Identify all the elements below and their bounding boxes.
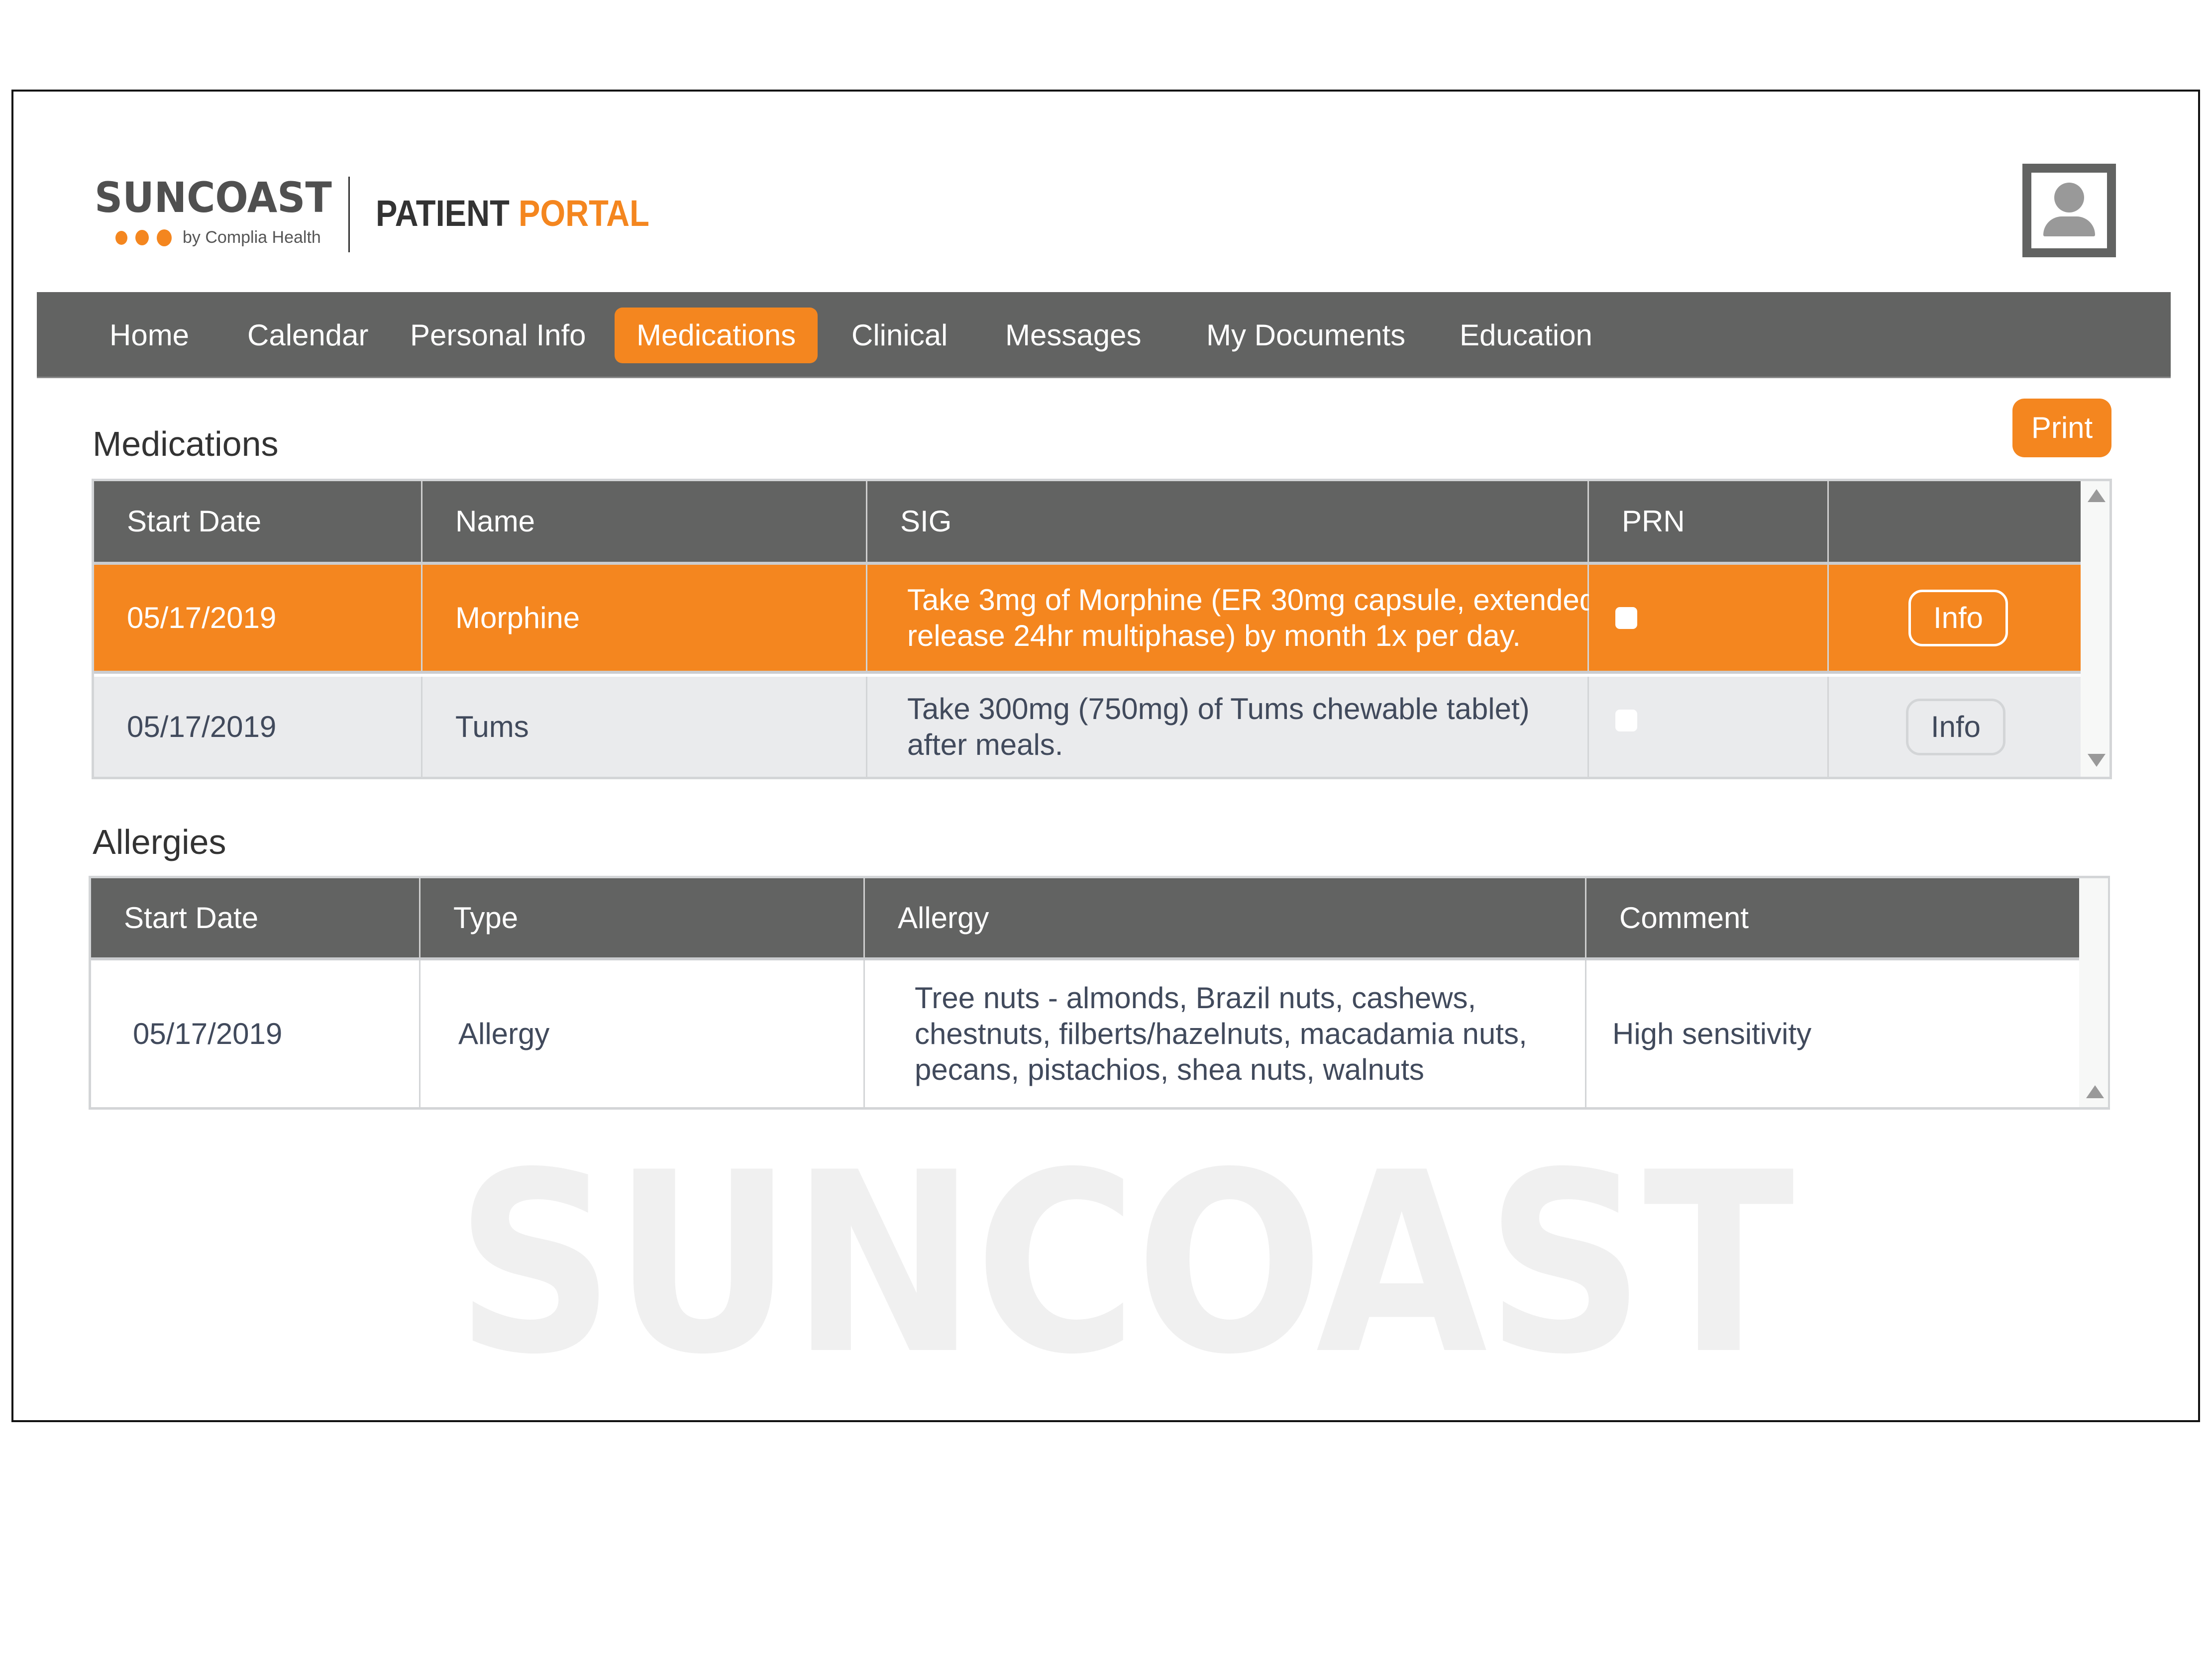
- cell-name: Tums: [422, 677, 867, 777]
- avatar-body-shape: [2043, 216, 2095, 236]
- logo-wordmark: SUNCOAST: [95, 173, 332, 222]
- cell-sig: Take 300mg (750mg) of Tums chewable tabl…: [867, 677, 1589, 777]
- nav-item-calendar[interactable]: Calendar: [225, 308, 391, 363]
- info-button[interactable]: Info: [1906, 698, 2005, 755]
- medications-table: Start Date Name SIG PRN 05/17/2019 Morph…: [92, 479, 2112, 779]
- nav-item-personal-info[interactable]: Personal Info: [388, 308, 608, 363]
- scroll-up-arrow-icon[interactable]: [2088, 489, 2106, 502]
- user-avatar-button[interactable]: [2022, 164, 2116, 257]
- cell-start-date: 05/17/2019: [94, 677, 422, 777]
- nav-item-education[interactable]: Education: [1438, 308, 1614, 363]
- column-header-start-date[interactable]: Start Date: [94, 481, 422, 562]
- cell-prn: [1589, 565, 1829, 671]
- allergy-line: chestnuts, filberts/hazelnuts, macadamia…: [915, 1017, 1527, 1050]
- allergies-header-row: Start Date Type Allergy Comment: [91, 878, 2079, 960]
- portal-title-part2: PORTAL: [519, 193, 649, 234]
- column-header-allergy[interactable]: Allergy: [865, 878, 1586, 957]
- suncoast-logo[interactable]: SUNCOAST by Complia Health: [95, 173, 350, 247]
- cell-allergy: Tree nuts - almonds, Brazil nuts, cashew…: [865, 960, 1586, 1107]
- main-nav: Home Calendar Personal Info Medications …: [37, 292, 2171, 378]
- column-header-sig[interactable]: SIG: [867, 481, 1589, 562]
- sig-line: Take 3mg of Morphine (ER 30mg capsule, e…: [907, 583, 1596, 617]
- medications-scrollbar[interactable]: [2081, 481, 2109, 777]
- scroll-up-arrow-icon[interactable]: [2086, 1085, 2104, 1098]
- print-button[interactable]: Print: [2012, 399, 2111, 457]
- nav-item-home[interactable]: Home: [88, 308, 211, 363]
- suncoast-watermark: SUNCOAST: [455, 1119, 1794, 1409]
- logo-tagline: by Complia Health: [183, 228, 321, 247]
- logo-dot-icon: [115, 230, 127, 245]
- cell-start-date: 05/17/2019: [91, 960, 421, 1107]
- sig-line: Take 300mg (750mg) of Tums chewable tabl…: [907, 692, 1530, 726]
- logo-dot-icon: [135, 230, 149, 245]
- cell-type: Allergy: [421, 960, 865, 1107]
- nav-item-clinical[interactable]: Clinical: [830, 308, 969, 363]
- allergies-scrollbar[interactable]: [2079, 878, 2108, 1107]
- cell-start-date: 05/17/2019: [94, 565, 422, 671]
- prn-checkbox[interactable]: [1615, 607, 1637, 629]
- info-button[interactable]: Info: [1908, 589, 2008, 646]
- sig-line: after meals.: [907, 727, 1063, 761]
- allergy-line: Tree nuts - almonds, Brazil nuts, cashew…: [915, 981, 1476, 1015]
- medications-heading: Medications: [93, 424, 279, 463]
- cell-comment: High sensitivity: [1586, 960, 2079, 1107]
- logo-dot-icon: [157, 229, 172, 246]
- portal-title: PATIENT PORTAL: [376, 195, 649, 232]
- nav-item-my-documents[interactable]: My Documents: [1184, 308, 1427, 363]
- column-header-prn[interactable]: PRN: [1589, 481, 1829, 562]
- cell-prn: [1589, 677, 1829, 777]
- cell-name: Morphine: [422, 565, 867, 671]
- allergy-row[interactable]: 05/17/2019 Allergy Tree nuts - almonds, …: [91, 960, 2079, 1107]
- scroll-down-arrow-icon[interactable]: [2088, 754, 2106, 767]
- sig-line: release 24hr multiphase) by month 1x per…: [907, 619, 1521, 652]
- cell-sig: Take 3mg of Morphine (ER 30mg capsule, e…: [867, 565, 1596, 671]
- cell-actions: Info: [1829, 565, 2081, 671]
- column-header-start-date[interactable]: Start Date: [91, 878, 421, 957]
- nav-item-medications[interactable]: Medications: [615, 308, 818, 363]
- column-header-actions: [1829, 481, 2081, 562]
- allergy-line: pecans, pistachios, shea nuts, walnuts: [915, 1052, 1424, 1086]
- column-header-type[interactable]: Type: [421, 878, 865, 957]
- user-avatar-icon: [2031, 173, 2107, 248]
- avatar-head-shape: [2054, 183, 2084, 212]
- portal-title-part1: PATIENT: [376, 193, 510, 234]
- column-header-comment[interactable]: Comment: [1586, 878, 2079, 957]
- allergies-table: Start Date Type Allergy Comment 05/17/20…: [89, 876, 2110, 1110]
- header-divider: [348, 177, 350, 252]
- medications-header-row: Start Date Name SIG PRN: [94, 481, 2081, 565]
- cell-actions: Info: [1829, 677, 2081, 777]
- medication-row[interactable]: 05/17/2019 Tums Take 300mg (750mg) of Tu…: [94, 677, 2081, 777]
- allergies-heading: Allergies: [93, 823, 226, 861]
- prn-checkbox[interactable]: [1615, 710, 1637, 731]
- medication-row[interactable]: 05/17/2019 Morphine Take 3mg of Morphine…: [94, 565, 2081, 674]
- column-header-name[interactable]: Name: [422, 481, 867, 562]
- logo-subline: by Complia Health: [115, 228, 321, 247]
- nav-item-messages[interactable]: Messages: [983, 308, 1163, 363]
